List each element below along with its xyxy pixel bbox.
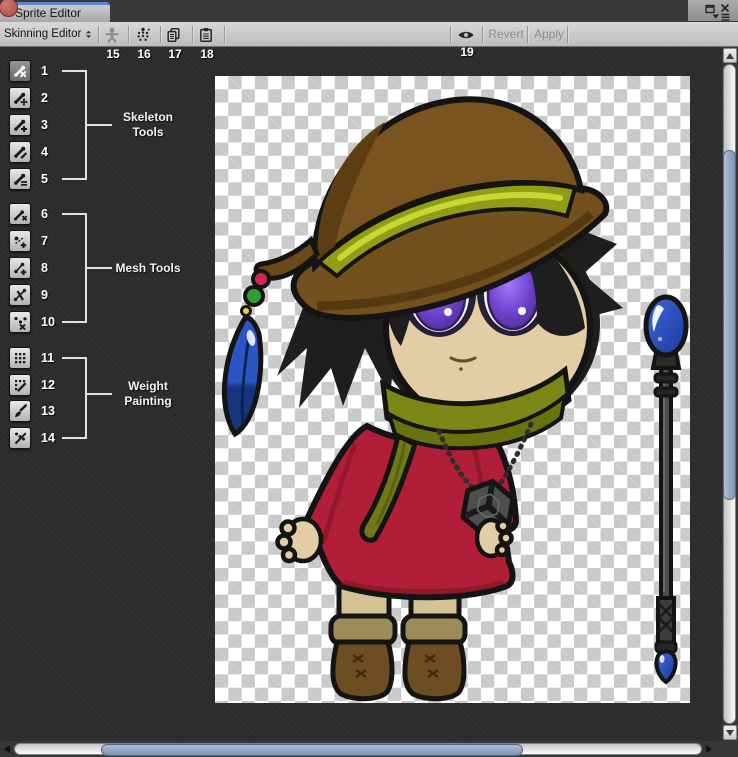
split-bone-button[interactable] [9, 141, 31, 163]
vertical-scroll-thumb[interactable] [723, 150, 736, 500]
annotation-bracket-line [85, 357, 87, 439]
split-bone-icon [12, 144, 28, 160]
tool-number-label: 7 [41, 234, 48, 248]
annotation-group-label: WeightPainting [106, 379, 190, 409]
tool-number-label: 5 [41, 172, 48, 186]
weight-slider-button[interactable] [9, 374, 31, 396]
create-bone-button[interactable] [9, 114, 31, 136]
horizontal-scroll-track[interactable] [14, 743, 702, 755]
window-controls [688, 0, 738, 21]
updown-caret-icon [85, 30, 92, 39]
create-bone-icon [12, 117, 28, 133]
main-toolbar: Skinning Editor Revert Apply [0, 22, 738, 47]
tab-menu-icon[interactable] [712, 13, 730, 22]
annotation-bracket-line [62, 213, 87, 215]
annotation-bracket-line [62, 70, 87, 72]
weight-brush-button[interactable] [9, 400, 31, 422]
split-edge-button[interactable] [9, 284, 31, 306]
create-vertex-icon [12, 233, 28, 249]
editor-mode-value: Skinning Editor [4, 28, 81, 40]
tool-number-label: 4 [41, 145, 48, 159]
tool-number-label: 6 [41, 207, 48, 221]
copy-button[interactable] [161, 25, 187, 45]
apply-button[interactable]: Apply [531, 27, 567, 41]
weight-slider-icon [12, 377, 28, 393]
character-sprite [215, 76, 690, 703]
scroll-down-button[interactable] [723, 725, 737, 740]
edit-joints-button[interactable] [9, 87, 31, 109]
tool-number-label: 2 [41, 91, 48, 105]
sprite-editor-window: Sprite Editor Skinning Editor [0, 0, 738, 757]
edit-geometry-icon [12, 314, 28, 330]
paste-button[interactable] [193, 25, 219, 45]
annotation-number-19: 19 [455, 45, 479, 59]
annotation-number-16: 16 [132, 47, 156, 61]
create-edge-button[interactable] [9, 257, 31, 279]
auto-weights-icon [12, 350, 28, 366]
annotation-group-label: Mesh Tools [106, 261, 190, 276]
tool-number-label: 10 [41, 315, 55, 329]
auto-geometry-button[interactable] [9, 203, 31, 225]
annotation-bracket-line [62, 178, 87, 180]
tool-number-label: 14 [41, 431, 55, 445]
sprite-canvas[interactable] [215, 76, 690, 703]
bone-influence-icon [12, 430, 28, 446]
down-arrow-icon [726, 730, 734, 736]
edit-joints-icon [12, 90, 28, 106]
auto-weights-button[interactable] [9, 347, 31, 369]
create-edge-icon [12, 260, 28, 276]
tool-number-label: 11 [41, 351, 54, 365]
character-outline-icon [134, 26, 152, 44]
reparent-bone-icon [12, 171, 28, 187]
annotation-number-18: 18 [195, 47, 219, 61]
left-arrow-icon [4, 745, 10, 753]
annotation-bracket-line [62, 357, 87, 359]
horizontal-scrollbar [0, 741, 738, 757]
bone-influence-button[interactable] [9, 427, 31, 449]
split-edge-icon [12, 287, 28, 303]
reset-pose-icon [103, 26, 121, 44]
revert-button[interactable]: Revert [486, 27, 526, 41]
create-vertex-button[interactable] [9, 230, 31, 252]
preview-pose-button[interactable] [9, 60, 31, 82]
annotation-number-17: 17 [163, 47, 187, 61]
horizontal-scroll-thumb[interactable] [101, 744, 523, 756]
character-outline-button[interactable] [130, 25, 156, 45]
title-bar: Sprite Editor [0, 0, 738, 22]
copy-icon [165, 26, 183, 44]
reset-pose-button[interactable] [99, 25, 125, 45]
tool-number-label: 13 [41, 404, 55, 418]
tool-number-label: 12 [41, 378, 55, 392]
preview-pose-icon [12, 63, 28, 79]
visibility-button[interactable] [453, 25, 479, 45]
scroll-up-button[interactable] [723, 48, 737, 63]
scroll-left-button[interactable] [4, 745, 10, 753]
tool-number-label: 8 [41, 261, 48, 275]
visibility-eye-icon [457, 26, 475, 44]
editor-mode-dropdown[interactable]: Skinning Editor [4, 25, 96, 44]
reparent-bone-button[interactable] [9, 168, 31, 190]
tool-number-label: 1 [41, 64, 48, 78]
annotation-number-15: 15 [101, 47, 125, 61]
edit-geometry-button[interactable] [9, 311, 31, 333]
auto-geometry-icon [12, 206, 28, 222]
weight-brush-icon [12, 403, 28, 419]
scroll-right-button[interactable] [706, 745, 712, 753]
close-window-icon[interactable] [720, 3, 730, 13]
tool-number-label: 9 [41, 288, 48, 302]
paste-icon [197, 26, 215, 44]
annotation-bracket-line [62, 321, 87, 323]
annotation-bracket-line [62, 437, 87, 439]
right-arrow-icon [706, 745, 712, 753]
vertical-scrollbar [722, 47, 738, 741]
annotation-group-label: SkeletonTools [106, 110, 190, 140]
tab-title: Sprite Editor [15, 6, 81, 20]
tool-number-label: 3 [41, 118, 48, 132]
up-arrow-icon [726, 53, 734, 59]
staff-sprite [646, 297, 686, 682]
